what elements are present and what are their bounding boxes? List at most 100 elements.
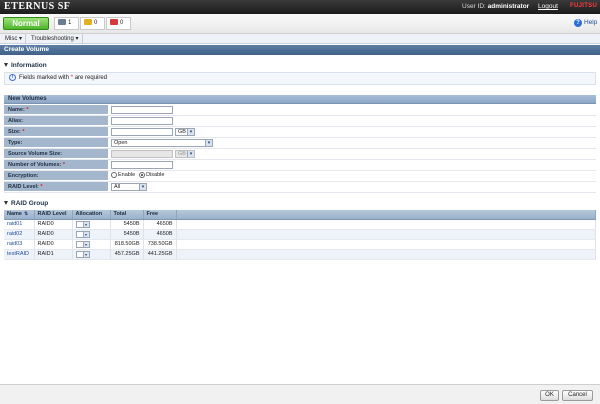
row-raid-level: RAID Level: * All ▾ [4, 182, 596, 193]
error-count-value: 0 [120, 20, 124, 26]
col-header-allocation[interactable]: Allocation [72, 210, 111, 220]
table-row[interactable]: testRAID RAID1 ▾ 457.25GB 441.25GB [4, 249, 596, 260]
user-id-label: User ID: [462, 3, 486, 10]
label-number-text: Number of Volumes [8, 162, 60, 168]
new-volumes-header: New Volumes [4, 95, 596, 104]
encryption-enable-label: Enable [118, 172, 136, 179]
menu-misc-label: Misc [5, 36, 18, 42]
label-size-text: Size [8, 129, 20, 135]
warning-count-value: 0 [94, 20, 98, 26]
encryption-enable-radio[interactable] [111, 172, 117, 179]
required-mark: * [22, 129, 25, 135]
label-type-text: Type [8, 140, 21, 146]
col-header-free[interactable]: Free [143, 210, 177, 220]
col-header-total[interactable]: Total [110, 210, 144, 220]
menu-bar: Misc ▾ Troubleshooting ▾ [0, 34, 600, 44]
status-bar: Normal 1 0 0 ? Help [0, 14, 600, 34]
chevron-down-icon: ▾ [82, 251, 89, 257]
status-warning-count[interactable]: 0 [80, 17, 105, 30]
chevron-down-icon: ▾ [139, 184, 146, 190]
cell-name[interactable]: raid01 [4, 219, 35, 230]
table-row[interactable]: raid03 RAID0 ▾ 818.50GB 738.50GB [4, 239, 596, 250]
col-header-raid-level[interactable]: RAID Level [34, 210, 73, 220]
raid-level-select[interactable]: All ▾ [111, 183, 147, 191]
table-row[interactable]: raid01 RAID0 ▾ 5450B 4650B [4, 219, 596, 230]
status-normal-badge[interactable]: Normal [3, 17, 49, 30]
collapse-triangle-icon [4, 63, 8, 68]
col-header-name-text: Name [7, 211, 22, 218]
label-name: Name: * [4, 105, 108, 115]
number-input[interactable] [111, 161, 173, 169]
cell-filler [176, 229, 596, 240]
allocation-select[interactable]: ▾ [75, 230, 90, 238]
status-info-count[interactable]: 1 [54, 17, 79, 30]
error-status-icon [110, 19, 118, 26]
cell-name[interactable]: raid02 [4, 229, 35, 240]
info-heading: Information [11, 62, 47, 69]
logout-link[interactable]: Logout [538, 3, 558, 10]
label-type: Type: [4, 138, 108, 148]
info-message-pre: Fields marked with [19, 75, 70, 81]
row-size: Size: * GB ▾ [4, 127, 596, 138]
status-error-count[interactable]: 0 [106, 17, 131, 30]
cell-raid-level: RAID1 [34, 249, 73, 260]
size-unit-value: GB [177, 129, 186, 135]
table-row[interactable]: raid02 RAID0 ▾ 5450B 4650B [4, 229, 596, 240]
info-section-toggle[interactable]: Information [4, 62, 47, 69]
allocation-select[interactable]: ▾ [75, 250, 90, 258]
menu-troubleshooting[interactable]: Troubleshooting ▾ [28, 34, 83, 44]
source-size-input [111, 150, 173, 158]
info-count-value: 1 [68, 20, 72, 26]
required-mark: * [62, 162, 66, 168]
encryption-disable-radio[interactable] [139, 172, 146, 179]
name-input[interactable] [111, 106, 173, 114]
chevron-down-icon: ▾ [186, 129, 194, 135]
cell-name[interactable]: raid03 [4, 239, 35, 250]
col-header-filler [176, 210, 596, 220]
size-unit-select[interactable]: GB ▾ [174, 128, 195, 136]
cell-allocation: ▾ [72, 229, 111, 240]
row-encryption: Encryption: Enable Disable [4, 171, 596, 182]
allocation-select[interactable]: ▾ [75, 220, 90, 228]
help-icon: ? [574, 19, 582, 27]
label-alias-text: Alias [8, 118, 22, 124]
required-mark: * [26, 107, 29, 113]
table-header-row: Name ⇅ RAID Level Allocation Total Free [4, 210, 596, 220]
cell-total: 5450B [110, 229, 144, 240]
chevron-down-icon: ▾ [82, 231, 89, 237]
cell-total: 5450B [110, 219, 144, 230]
row-type: Type: Open ▾ [4, 138, 596, 149]
page-title: Create Volume [0, 45, 600, 55]
size-input[interactable] [111, 128, 173, 136]
cell-free: 738.50GB [143, 239, 177, 250]
sort-ascending-icon: ⇅ [23, 211, 29, 218]
cell-allocation: ▾ [72, 249, 111, 260]
chevron-down-icon: ▾ [19, 36, 23, 42]
row-alias: Alias: [4, 116, 596, 127]
info-status-icon [58, 19, 66, 26]
label-name-text: Name [8, 107, 23, 113]
cell-name[interactable]: testRAID [4, 249, 35, 260]
info-box: i Fields marked with * are required [4, 72, 596, 85]
cell-allocation: ▾ [72, 239, 111, 250]
raid-group-section-toggle[interactable]: RAID Group [4, 200, 48, 207]
info-message-post: are required [74, 75, 108, 81]
required-mark: * [40, 184, 43, 190]
user-id-value: administrator [487, 3, 530, 10]
col-header-name[interactable]: Name ⇅ [4, 210, 35, 220]
alias-input[interactable] [111, 117, 173, 125]
row-number: Number of Volumes: * [4, 160, 596, 171]
label-alias: Alias: [4, 116, 108, 126]
source-size-unit-value: GB [177, 151, 186, 157]
help-label: Help [584, 19, 598, 26]
type-select[interactable]: Open ▾ [111, 139, 213, 147]
top-bar: ETERNUS SF User ID: administrator Logout… [0, 0, 600, 14]
user-id: User ID: administrator [462, 3, 529, 10]
help-link[interactable]: ? Help [574, 19, 597, 27]
allocation-select[interactable]: ▾ [75, 240, 90, 248]
label-encryption-text: Encryption [8, 173, 37, 179]
ok-button[interactable]: OK [540, 390, 559, 401]
cancel-button[interactable]: Cancel [562, 390, 593, 401]
menu-misc[interactable]: Misc ▾ [2, 34, 27, 44]
label-size: Size: * [4, 127, 108, 137]
